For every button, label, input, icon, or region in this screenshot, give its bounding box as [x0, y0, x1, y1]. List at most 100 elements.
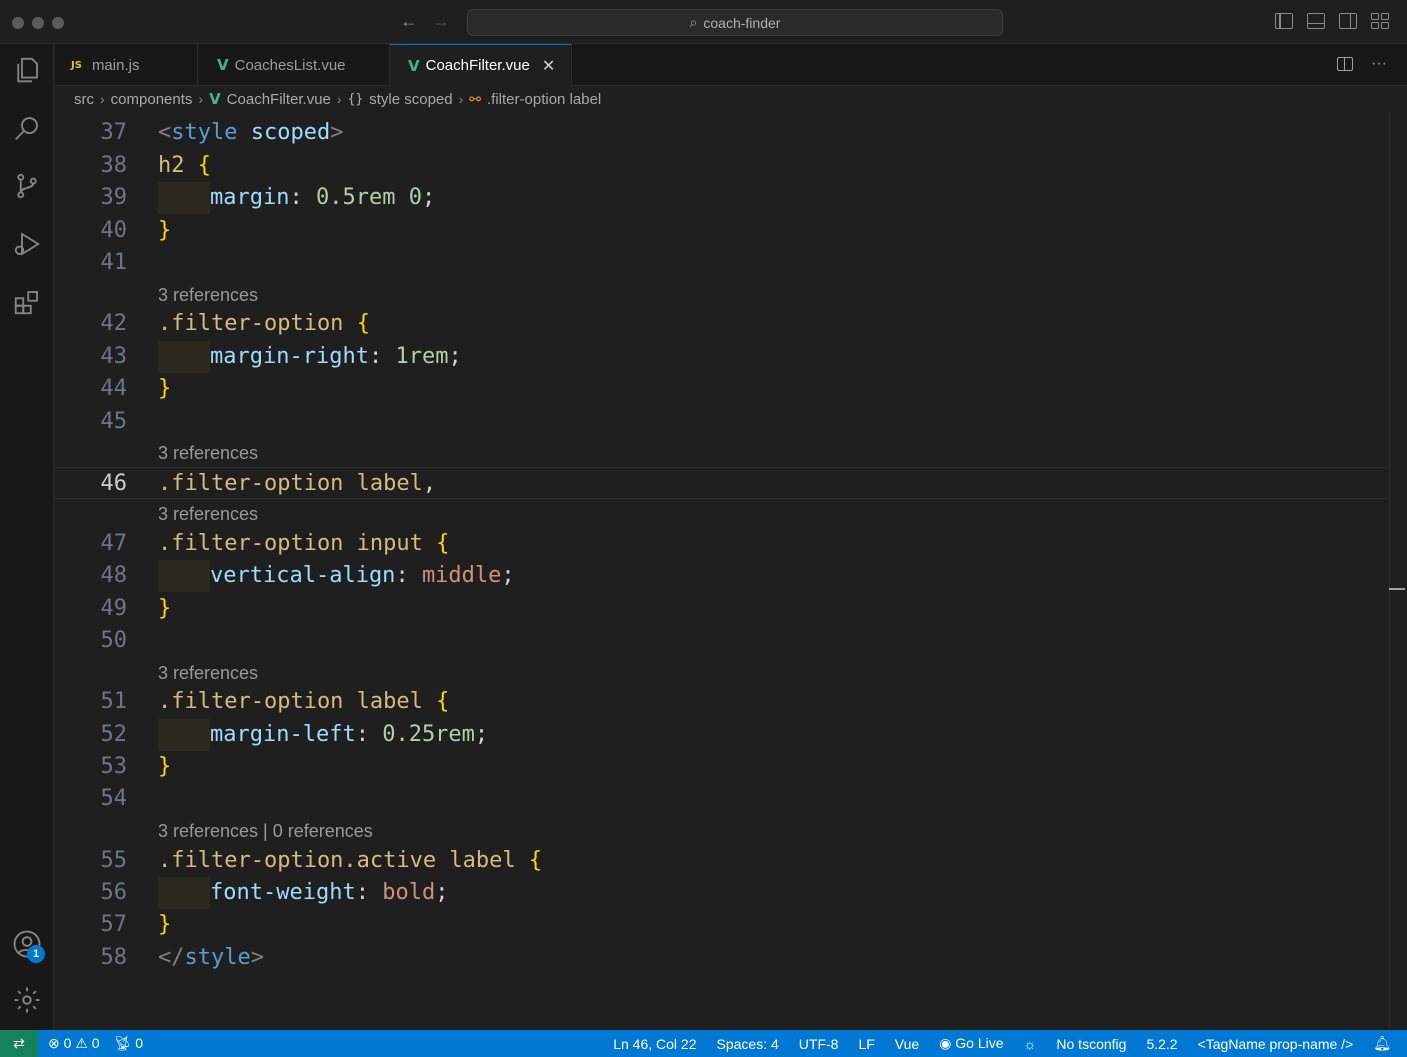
- code-line: 42 .filter-option {: [55, 308, 1388, 340]
- breadcrumb-symbol[interactable]: .filter-option label: [487, 91, 601, 108]
- breadcrumb-folder-components[interactable]: components: [111, 91, 193, 108]
- explorer-icon[interactable]: [11, 54, 43, 86]
- code-line: 53}: [55, 751, 1388, 783]
- code-line: 50: [55, 625, 1388, 657]
- typescript-version[interactable]: 5.2.2: [1146, 1036, 1177, 1052]
- breadcrumb-section[interactable]: style scoped: [369, 91, 452, 108]
- breadcrumb-file[interactable]: CoachFilter.vue: [227, 91, 331, 108]
- code-line: 39 margin: 0.5rem 0;: [55, 182, 1388, 214]
- tab-coach-filter-vue[interactable]: V CoachFilter.vue ✕: [390, 44, 572, 86]
- code-editor[interactable]: 37 <style scoped> 38 h2 { 39 margin: 0.5rem…: [55, 112, 1407, 1030]
- remote-indicator-icon[interactable]: ⇄: [0, 1030, 38, 1057]
- tab-coaches-list-vue[interactable]: V CoachesList.vue: [198, 44, 390, 86]
- split-editor-icon[interactable]: [1337, 57, 1354, 71]
- more-actions-icon[interactable]: ···: [1371, 55, 1387, 73]
- line-number: 41: [100, 250, 128, 275]
- line-number: 51: [100, 689, 128, 714]
- customize-layout-icon[interactable]: [1371, 13, 1389, 29]
- line-number: 40: [100, 218, 128, 243]
- line-number: 42: [100, 311, 128, 336]
- minimize-window-button[interactable]: [32, 17, 44, 29]
- code-line: 45: [55, 406, 1388, 438]
- tab-label: main.js: [91, 56, 140, 74]
- go-live-button[interactable]: ◉ Go Live: [939, 1035, 1003, 1052]
- code-line: 41: [55, 247, 1388, 279]
- status-bar: ⇄ ⊗ 0 ⚠ 0 📡︎ 0 Ln 46, Col 22 Spaces: 4 U…: [0, 1030, 1407, 1057]
- line-number: 46: [100, 471, 128, 496]
- search-icon: ⌕: [689, 14, 698, 30]
- codelens-references[interactable]: 3 references: [158, 501, 258, 527]
- extensions-icon[interactable]: [11, 286, 43, 318]
- codelens-references[interactable]: 3 references: [158, 282, 258, 308]
- chevron-right-icon: ›: [198, 91, 204, 107]
- toggle-primary-sidebar-icon[interactable]: [1275, 13, 1293, 29]
- chevron-right-icon: ›: [458, 91, 464, 107]
- go-live-label: Go Live: [955, 1035, 1004, 1051]
- indentation[interactable]: Spaces: 4: [717, 1036, 779, 1052]
- close-tab-icon[interactable]: ✕: [542, 56, 555, 76]
- language-mode[interactable]: Vue: [895, 1036, 919, 1052]
- forward-arrow-icon[interactable]: →: [432, 11, 450, 32]
- line-number: 38: [100, 153, 128, 178]
- code-text: font-weight: bold;: [158, 877, 448, 909]
- command-center[interactable]: ⌕ coach-finder: [467, 9, 1003, 36]
- breadcrumb-folder-src[interactable]: src: [74, 91, 94, 108]
- code-text: }: [158, 376, 172, 401]
- cursor-position[interactable]: Ln 46, Col 22: [613, 1036, 696, 1052]
- maximize-window-button[interactable]: [52, 17, 64, 29]
- line-number: 43: [100, 344, 128, 369]
- manage-gear-icon[interactable]: [11, 984, 43, 1016]
- line-number: 44: [100, 376, 128, 401]
- search-icon[interactable]: [11, 112, 43, 144]
- tab-label: CoachesList.vue: [234, 56, 346, 74]
- code-line: 58 </style>: [55, 942, 1388, 974]
- braces-icon: {}: [347, 91, 364, 107]
- close-window-button[interactable]: [12, 17, 24, 29]
- code-text: }: [158, 218, 172, 243]
- encoding[interactable]: UTF-8: [799, 1036, 839, 1052]
- codelens-references[interactable]: 3 references: [158, 440, 258, 466]
- back-arrow-icon[interactable]: ←: [400, 11, 418, 32]
- prettier-icon[interactable]: ☼: [1024, 1036, 1037, 1052]
- code-text: margin: 0.5rem 0;: [158, 182, 435, 214]
- chevron-right-icon: ›: [100, 91, 105, 107]
- code-line: 52 margin-left: 0.25rem;: [55, 719, 1388, 751]
- code-text: h2 {: [158, 153, 211, 178]
- editor-scrollbar[interactable]: [1389, 112, 1407, 1030]
- end-of-line[interactable]: LF: [858, 1036, 874, 1052]
- run-debug-icon[interactable]: [11, 228, 43, 260]
- warning-count: 0: [91, 1035, 100, 1051]
- vue-file-icon: V: [209, 90, 221, 108]
- toggle-secondary-sidebar-icon[interactable]: [1339, 13, 1357, 29]
- code-text: }: [158, 596, 172, 621]
- code-line: 51 .filter-option label {: [55, 686, 1388, 718]
- line-number: 45: [100, 409, 128, 434]
- code-text: .filter-option label {: [158, 689, 450, 714]
- code-text: .filter-option {: [158, 311, 370, 336]
- codelens-references[interactable]: 3 references: [158, 660, 258, 686]
- code-text: .filter-option.active label {: [158, 848, 543, 873]
- code-line: 47 .filter-option input {: [55, 528, 1388, 560]
- line-number: 57: [100, 912, 128, 937]
- code-line: 55 .filter-option.active label {: [55, 845, 1388, 877]
- codelens-references[interactable]: 3 references | 0 references: [158, 818, 373, 844]
- problems-indicator[interactable]: ⊗ 0 ⚠ 0: [48, 1035, 100, 1052]
- cursor-position-marker: [1389, 588, 1405, 590]
- code-text: .filter-option label,: [158, 471, 437, 496]
- source-control-icon[interactable]: [11, 170, 43, 202]
- broadcast-icon: 📡︎: [113, 1035, 132, 1051]
- code-line-current: 46 .filter-option label,: [55, 467, 1388, 499]
- code-text: }: [158, 754, 172, 779]
- code-line: 37 <style scoped>: [55, 117, 1388, 149]
- line-number: 47: [100, 531, 128, 556]
- notifications-bell-icon[interactable]: 🔔︎: [1373, 1035, 1391, 1052]
- code-line: 43 margin-right: 1rem;: [55, 341, 1388, 373]
- ports-indicator[interactable]: 📡︎ 0: [114, 1035, 143, 1052]
- tsconfig-status[interactable]: No tsconfig: [1056, 1036, 1126, 1052]
- tab-main-js[interactable]: JS main.js: [55, 44, 198, 86]
- toggle-panel-icon[interactable]: [1307, 13, 1325, 29]
- code-text: .filter-option input {: [158, 531, 450, 556]
- code-line: 40}: [55, 215, 1388, 247]
- vue-props-style[interactable]: <TagName prop-name />: [1198, 1036, 1354, 1052]
- tab-label: CoachFilter.vue: [425, 57, 530, 74]
